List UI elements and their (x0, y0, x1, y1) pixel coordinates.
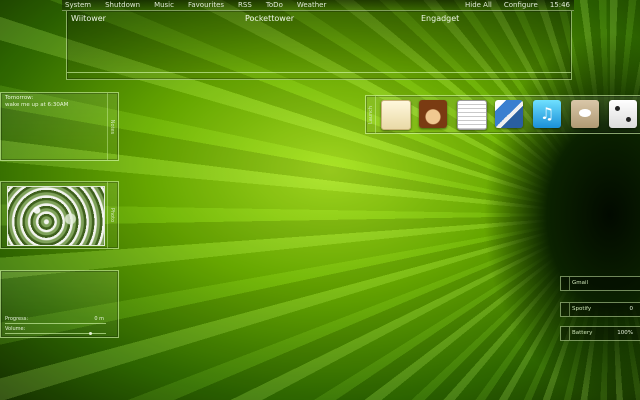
player-widget: Progress: 0 m Volume: (0, 270, 119, 338)
menu-item-weather[interactable]: Weather (297, 1, 326, 9)
photo-tab-label: Photo (109, 207, 115, 223)
battery-label: Battery (572, 330, 593, 336)
notes-tab-label: Notes (109, 119, 115, 134)
menu-items: System Shutdown Music Favourites RSS ToD… (65, 1, 340, 9)
volume-label: Volume: (5, 326, 26, 332)
clock: 15:46 (549, 1, 570, 9)
notes-icon[interactable] (457, 100, 487, 130)
photos-icon[interactable] (495, 100, 523, 128)
feed-column-wiitower[interactable]: Wiitower (71, 14, 106, 23)
note-line-1: Tomorrow: (5, 95, 34, 101)
photo-widget: Photo (0, 181, 119, 249)
menu-item-music[interactable]: Music (154, 1, 174, 9)
notepad-icon[interactable] (381, 100, 411, 130)
volume-slider-handle[interactable] (89, 332, 93, 335)
progress-bar[interactable] (5, 323, 106, 324)
top-menu-bar: System Shutdown Music Favourites RSS ToD… (62, 0, 574, 11)
feed-column-engadget[interactable]: Engadget (421, 14, 459, 23)
menu-item-todo[interactable]: ToDo (266, 1, 283, 9)
speech-bubble-icon[interactable] (571, 100, 599, 128)
gmail-label: Gmail (572, 280, 589, 286)
configure-button[interactable]: Configure (504, 1, 538, 9)
menu-item-rss[interactable]: RSS (238, 1, 252, 9)
photo-tab[interactable]: Photo (107, 182, 116, 248)
battery-tab (561, 327, 570, 340)
spotify-widget[interactable]: Spotify 0 (560, 302, 640, 317)
battery-value: 100% (617, 330, 633, 336)
spotify-label: Spotify (572, 306, 592, 312)
spotify-value: 0 (629, 306, 634, 312)
feed-column-pockettower[interactable]: Pockettower (245, 14, 294, 23)
monkey-icon[interactable] (419, 100, 447, 128)
notes-widget: Tomorrow: wake me up at 6:30AM Notes (0, 92, 119, 161)
menu-item-system[interactable]: System (65, 1, 91, 9)
dock-label-text: Launch (367, 105, 374, 124)
divider (67, 72, 571, 73)
progress-label: Progress: (5, 316, 29, 322)
dock-label: Launch (366, 96, 376, 133)
note-line-2: wake me up at 6:30AM (5, 102, 69, 108)
hide-all-button[interactable]: Hide All (465, 1, 492, 9)
music-note-icon[interactable]: ♫ (533, 100, 561, 128)
launcher-dock: Launch ♫ (365, 95, 640, 134)
dice-icon[interactable] (609, 100, 637, 128)
notes-tab[interactable]: Notes (107, 93, 116, 160)
photo-thumbnail[interactable] (7, 186, 105, 246)
dice-pip (626, 117, 631, 122)
rss-feeds-panel: Wiitower Pockettower Engadget (66, 11, 572, 80)
speech-bubble-shape (579, 109, 591, 117)
battery-widget[interactable]: Battery 100% (560, 326, 640, 341)
dice-pip (615, 106, 620, 111)
menu-item-favourites[interactable]: Favourites (188, 1, 224, 9)
gmail-widget[interactable]: Gmail (560, 276, 640, 291)
spotify-tab (561, 303, 570, 316)
menu-item-shutdown[interactable]: Shutdown (105, 1, 140, 9)
gmail-tab (561, 277, 570, 290)
progress-value: 0 m (94, 316, 104, 322)
